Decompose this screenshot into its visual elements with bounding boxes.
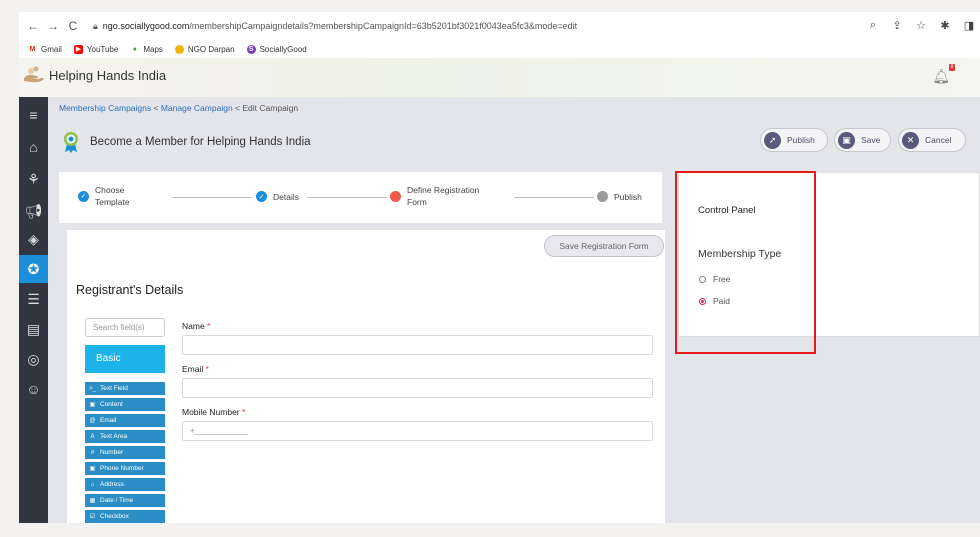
field-type-checkbox[interactable]: ☑ Checkbox xyxy=(85,510,165,523)
step-define-registration-form[interactable]: Define Registration Form xyxy=(390,184,479,208)
current-step-dot xyxy=(390,190,401,202)
bookmarks-bar: M Gmail ▶ YouTube ● Maps NGO Darpan S Social… xyxy=(19,40,307,58)
name-field-input[interactable] xyxy=(182,335,653,355)
calendar-icon: ▦ xyxy=(89,498,96,504)
at-icon: @ xyxy=(89,417,96,424)
step-publish[interactable]: Publish xyxy=(597,191,642,202)
share-icon[interactable]: ⇪ xyxy=(890,19,904,32)
contacts-book-icon[interactable]: ☰ xyxy=(19,285,48,313)
bookmark-youtube[interactable]: ▶ YouTube xyxy=(73,44,118,54)
content-icon: ▣ xyxy=(89,402,96,408)
text-area-icon: A xyxy=(90,433,95,440)
app-title: Helping Hands India xyxy=(49,68,167,83)
page-heading: Become a Member for Helping Hands India xyxy=(62,131,311,153)
breadcrumb-manage-campaign[interactable]: Manage Campaign xyxy=(161,103,233,113)
field-type-number[interactable]: # Number xyxy=(85,446,165,459)
field-type-text-area[interactable]: A Text Area xyxy=(85,430,165,443)
rocket-icon: ➚ xyxy=(764,131,781,149)
star-icon[interactable]: ☆ xyxy=(914,19,928,32)
step-choose-template[interactable]: ✓ Choose Template xyxy=(78,184,130,208)
terminal-icon: >_ xyxy=(89,385,96,392)
save-button[interactable]: ▣ Save xyxy=(834,128,891,152)
hash-icon: # xyxy=(90,449,95,456)
membership-award-icon[interactable]: ✪ xyxy=(19,255,48,283)
bell-icon[interactable]: 🔔︎ xyxy=(932,68,950,85)
main-content: Membership Campaigns < Manage Campaign <… xyxy=(48,97,980,523)
youtube-icon: ▶ xyxy=(73,44,83,54)
badge-diamond-icon[interactable]: ◈ xyxy=(19,225,48,253)
menu-icon[interactable]: ≡ xyxy=(19,101,48,129)
pending-step-dot xyxy=(597,191,608,202)
app-header: Helping Hands India 🔔︎ 8 xyxy=(19,58,980,97)
save-icon: ▣ xyxy=(838,131,855,149)
csr-icon[interactable]: ◎ xyxy=(19,345,48,373)
field-type-address[interactable]: ⌂ Address xyxy=(85,478,165,491)
extensions-icon[interactable]: ✱ xyxy=(938,19,952,32)
mobile-number-field-label: Mobile Number * xyxy=(182,407,246,417)
address-icon: ⌂ xyxy=(90,481,95,488)
basic-fields-tab[interactable]: Basic xyxy=(85,345,165,373)
forward-icon[interactable]: → xyxy=(45,19,61,33)
award-badge-icon xyxy=(64,132,78,153)
home-icon[interactable]: ⌂ xyxy=(19,133,48,161)
cancel-button[interactable]: ✕ Cancel xyxy=(898,128,966,152)
users-icon[interactable]: ☺ xyxy=(19,375,48,403)
reload-icon[interactable]: C xyxy=(65,19,81,33)
zoom-icon[interactable]: ⌕ xyxy=(866,19,880,32)
address-bar[interactable]: ngo.sociallygood.com/membershipCampaignd… xyxy=(103,21,577,31)
field-type-date-time[interactable]: ▦ Date / Time xyxy=(85,494,165,507)
back-icon[interactable]: ← xyxy=(25,19,41,33)
notification-badge: 8 xyxy=(949,64,955,71)
email-field-input[interactable] xyxy=(182,378,653,398)
step-details[interactable]: ✓ Details xyxy=(256,191,299,202)
gmail-icon: M xyxy=(29,45,36,53)
check-icon: ✓ xyxy=(256,191,267,202)
campaign-stepper: ✓ Choose Template ✓ Details Define Regist… xyxy=(59,172,662,223)
check-icon: ✓ xyxy=(78,190,89,202)
phone-icon: ▣ xyxy=(89,466,96,472)
mobile-number-field-input[interactable]: +____________ xyxy=(182,421,653,441)
maps-icon: ● xyxy=(132,45,137,53)
megaphone-icon[interactable]: 📢︎ xyxy=(19,197,48,225)
donation-icon[interactable]: ⚘ xyxy=(19,165,48,193)
save-registration-form-button[interactable]: Save Registration Form xyxy=(544,235,664,257)
step-connector xyxy=(514,197,594,198)
ngo-card-icon[interactable]: ▤ xyxy=(19,315,48,343)
bookmark-ngo-darpan[interactable]: NGO Darpan xyxy=(174,44,235,54)
sociallygood-icon: S xyxy=(246,44,256,54)
search-fields-input[interactable]: Search field(s) xyxy=(85,318,165,337)
highlight-annotation-box xyxy=(675,171,816,354)
breadcrumb-membership-campaigns[interactable]: Membership Campaigns xyxy=(59,103,151,113)
side-panel-icon[interactable]: ◨ xyxy=(962,19,976,32)
step-connector xyxy=(173,197,251,198)
page-title: Become a Member for Helping Hands India xyxy=(90,136,311,148)
bookmark-gmail[interactable]: M Gmail xyxy=(28,45,62,54)
breadcrumb-edit-campaign: Edit Campaign xyxy=(242,103,299,113)
field-type-text-field[interactable]: >_ Text Field xyxy=(85,382,165,395)
browser-chrome: ← → C 🔒︎ ngo.sociallygood.com/membership… xyxy=(19,12,980,58)
email-field-label: Email * xyxy=(182,364,209,374)
ngo-darpan-icon xyxy=(174,44,184,54)
breadcrumb: Membership Campaigns < Manage Campaign <… xyxy=(59,103,299,113)
name-field-label: Name * xyxy=(182,321,211,331)
field-type-content[interactable]: ▣ Content xyxy=(85,398,165,411)
lock-icon[interactable]: 🔒︎ xyxy=(93,21,98,32)
step-connector xyxy=(307,197,387,198)
field-type-phone-number[interactable]: ▣ Phone Number xyxy=(85,462,165,475)
section-title: Registrant's Details xyxy=(76,283,184,297)
close-icon: ✕ xyxy=(902,131,919,149)
sidebar: ≡ ⌂ ⚘ 📢︎ ◈ ✪ ☰ ▤ ◎ ☺ xyxy=(19,97,48,523)
checkbox-icon: ☑ xyxy=(89,514,96,520)
registration-form-builder: Save Registration Form Registrant's Deta… xyxy=(67,230,665,523)
field-type-email[interactable]: @ Email xyxy=(85,414,165,427)
helping-hands-logo-icon xyxy=(24,66,44,83)
publish-button[interactable]: ➚ Publish xyxy=(760,128,828,152)
bookmark-sociallygood[interactable]: S SociallyGood xyxy=(246,44,307,54)
bookmark-maps[interactable]: ● Maps xyxy=(130,45,163,54)
